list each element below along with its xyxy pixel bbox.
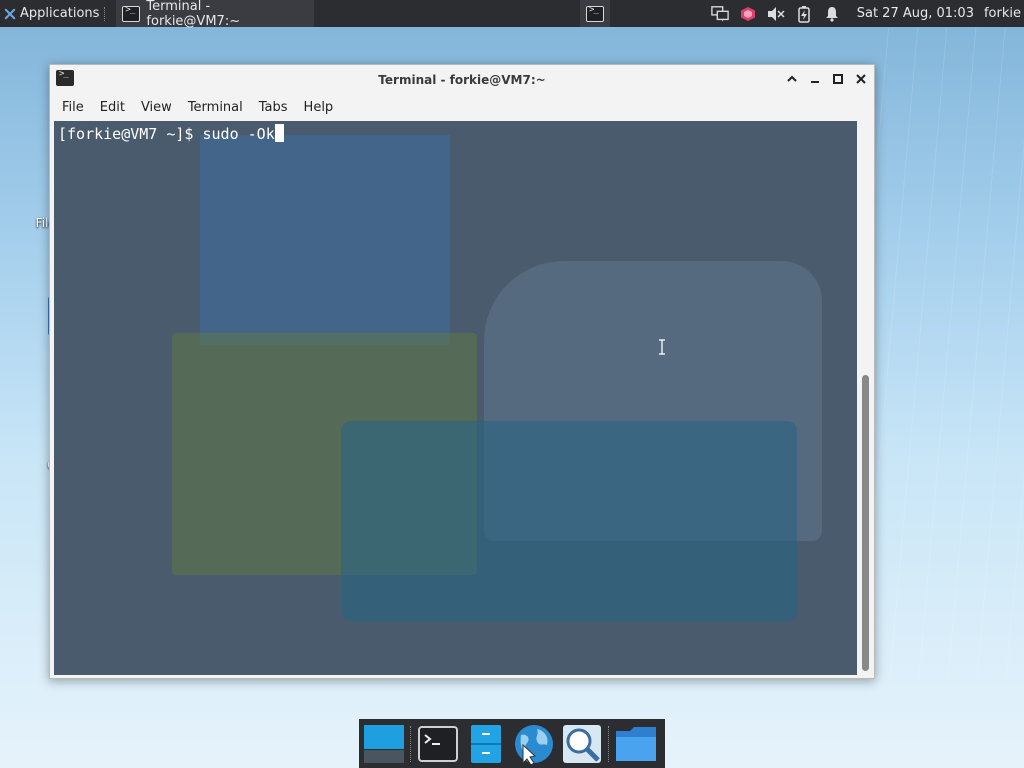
dock-web-browser-button[interactable] — [512, 722, 555, 765]
dock-app-finder-button[interactable] — [560, 722, 603, 765]
top-panel: Applications Terminal - forkie@VM7:~ Sat… — [0, 0, 1024, 29]
ibeam-cursor-icon — [659, 339, 665, 355]
menu-help[interactable]: Help — [296, 100, 342, 115]
bottom-dock — [359, 719, 665, 768]
dock-folder-button[interactable] — [614, 722, 657, 765]
user-menu[interactable]: forkie — [984, 6, 1021, 21]
dock-separator — [608, 725, 609, 762]
background-shape — [200, 135, 450, 345]
workspace-terminal-button[interactable] — [580, 0, 610, 27]
search-magnifier-icon — [562, 724, 601, 763]
terminal-prompt-line: [forkie@VM7 ~]$ sudo -Ok — [58, 124, 284, 143]
volume-muted-icon[interactable] — [767, 5, 785, 23]
applications-label: Applications — [20, 6, 100, 21]
maximize-button[interactable] — [830, 70, 845, 87]
network-icon[interactable] — [710, 5, 729, 23]
minimize-button[interactable] — [807, 70, 822, 87]
scrollbar-thumb[interactable] — [862, 375, 869, 671]
dock-terminal-button[interactable] — [416, 722, 459, 765]
package-updater-icon[interactable] — [739, 5, 757, 23]
menu-terminal[interactable]: Terminal — [180, 100, 251, 115]
terminal-window: Terminal - forkie@VM7:~ File Edit View T… — [49, 64, 875, 679]
typed-command: sudo -Ok — [202, 125, 275, 143]
dock-separator — [410, 725, 411, 762]
dock-file-manager-button[interactable] — [464, 722, 507, 765]
menubar: File Edit View Terminal Tabs Help — [50, 94, 874, 120]
terminal-icon — [586, 5, 604, 22]
xfce-logo-icon — [3, 7, 17, 21]
globe-browser-icon — [514, 724, 553, 765]
window-controls — [784, 70, 868, 87]
folder-icon — [615, 726, 656, 761]
terminal-icon — [122, 5, 141, 22]
show-desktop-icon — [363, 724, 404, 763]
show-desktop-button[interactable] — [362, 722, 405, 765]
window-title: Terminal - forkie@VM7:~ — [378, 72, 546, 87]
terminal-icon — [417, 725, 458, 762]
roll-up-button[interactable] — [784, 70, 799, 87]
applications-menu-button[interactable]: Applications — [0, 0, 114, 27]
terminal-icon[interactable] — [56, 69, 74, 86]
background-shape — [341, 421, 797, 621]
notifications-bell-icon[interactable] — [823, 5, 841, 23]
menu-file[interactable]: File — [54, 100, 92, 115]
desktop-rain-decoration — [874, 28, 1024, 678]
taskbar-terminal-label: Terminal - forkie@VM7:~ — [146, 0, 241, 29]
menu-tabs[interactable]: Tabs — [251, 100, 296, 115]
menu-view[interactable]: View — [133, 100, 180, 115]
taskbar-terminal-button[interactable]: Terminal - forkie@VM7:~ — [116, 0, 315, 29]
vertical-scrollbar[interactable] — [860, 121, 870, 675]
shell-prompt: [forkie@VM7 ~]$ — [58, 125, 203, 143]
clock[interactable]: Sat 27 Aug, 01:03 — [857, 6, 974, 21]
panel-separator — [104, 6, 110, 21]
system-tray: Sat 27 Aug, 01:03 forkie — [710, 0, 1024, 27]
terminal-output-area[interactable]: [forkie@VM7 ~]$ sudo -Ok — [54, 121, 857, 675]
text-cursor — [274, 124, 284, 142]
menu-edit[interactable]: Edit — [92, 100, 133, 115]
window-titlebar[interactable]: Terminal - forkie@VM7:~ — [50, 65, 874, 94]
file-cabinet-icon — [470, 724, 501, 763]
close-button[interactable] — [853, 70, 868, 87]
battery-charging-icon[interactable] — [795, 5, 813, 23]
